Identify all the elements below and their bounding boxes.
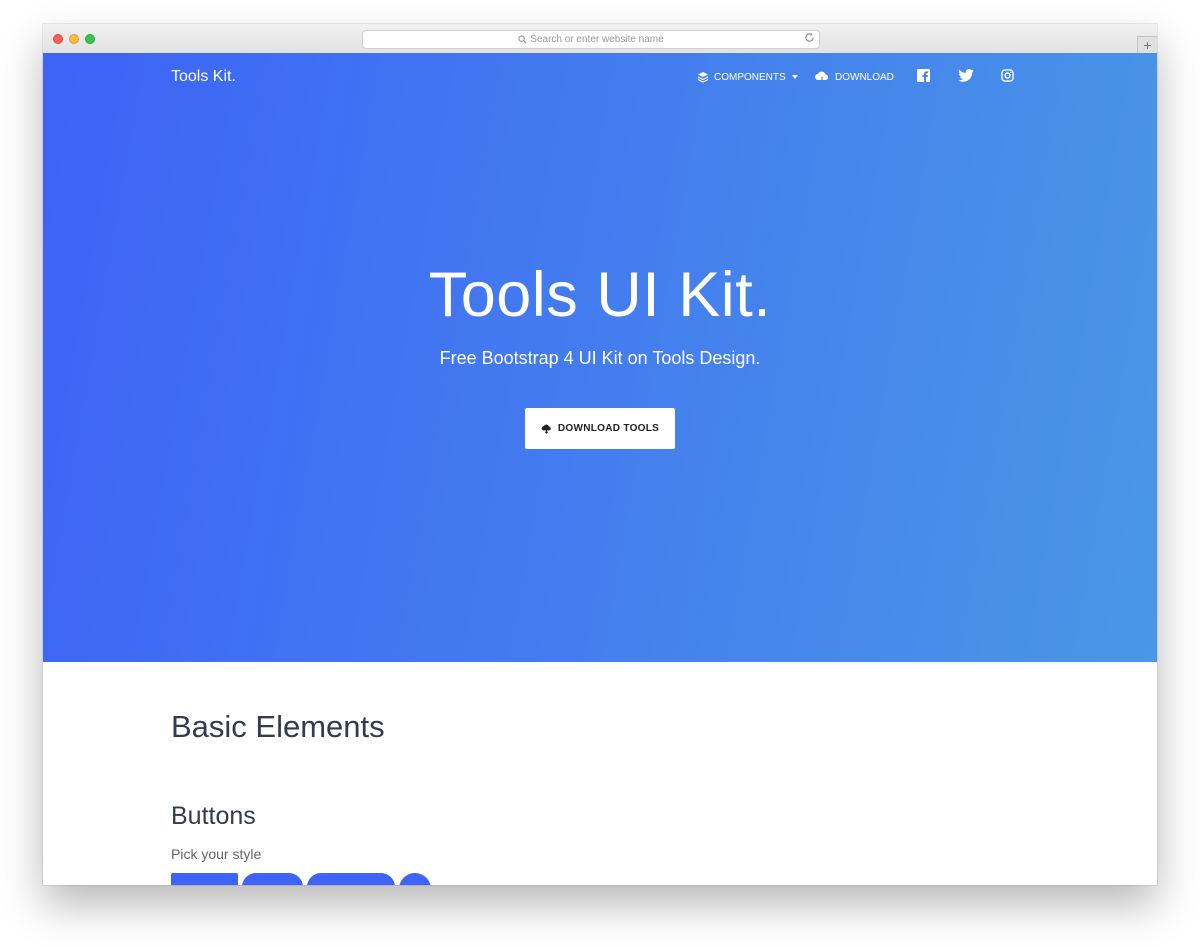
cloud-download-icon	[815, 71, 829, 83]
buttons-heading: Buttons	[171, 802, 256, 830]
download-tools-button[interactable]: DOWNLOAD TOOLS	[525, 408, 675, 449]
brand-logo[interactable]: Tools Kit.	[171, 68, 236, 86]
chevron-down-icon	[791, 75, 798, 79]
address-bar[interactable]: Search or enter website name	[362, 30, 820, 49]
buttons-subheading: Pick your style	[171, 846, 262, 862]
minimize-window-button[interactable]	[69, 34, 79, 44]
demo-button-circle[interactable]	[399, 873, 431, 885]
close-window-button[interactable]	[53, 34, 63, 44]
demo-button-icon[interactable]	[307, 873, 395, 885]
download-tools-label: DOWNLOAD TOOLS	[557, 423, 660, 434]
nav-download[interactable]: DOWNLOAD	[814, 71, 894, 83]
browser-titlebar: Search or enter website name +	[43, 24, 1157, 54]
new-tab-button[interactable]: +	[1137, 36, 1157, 54]
hero-section: Tools Kit. COMPONENTS DOWNLOAD Tools UI …	[43, 53, 1157, 662]
nav-components-label: COMPONENTS	[714, 71, 786, 83]
cloud-download-icon	[541, 424, 551, 434]
basic-elements-section: Basic Elements Buttons Pick your style	[43, 662, 1157, 885]
twitter-icon[interactable]	[958, 69, 974, 82]
instagram-icon[interactable]	[1001, 69, 1014, 82]
demo-button-round[interactable]	[242, 873, 303, 885]
reload-icon[interactable]	[804, 32, 815, 43]
hero-title: Tools UI Kit.	[428, 260, 772, 330]
layers-icon	[697, 72, 709, 83]
nav-download-label: DOWNLOAD	[835, 71, 894, 83]
demo-button-square[interactable]	[171, 873, 238, 885]
browser-window: Search or enter website name + Tools Kit…	[43, 24, 1157, 885]
address-bar-placeholder: Search or enter website name	[530, 34, 664, 45]
search-icon	[518, 35, 527, 44]
hero-subtitle: Free Bootstrap 4 UI Kit on Tools Design.	[439, 348, 761, 368]
nav-components[interactable]: COMPONENTS	[697, 71, 798, 83]
maximize-window-button[interactable]	[85, 34, 95, 44]
facebook-icon[interactable]	[917, 69, 930, 82]
section-title: Basic Elements	[171, 709, 385, 744]
